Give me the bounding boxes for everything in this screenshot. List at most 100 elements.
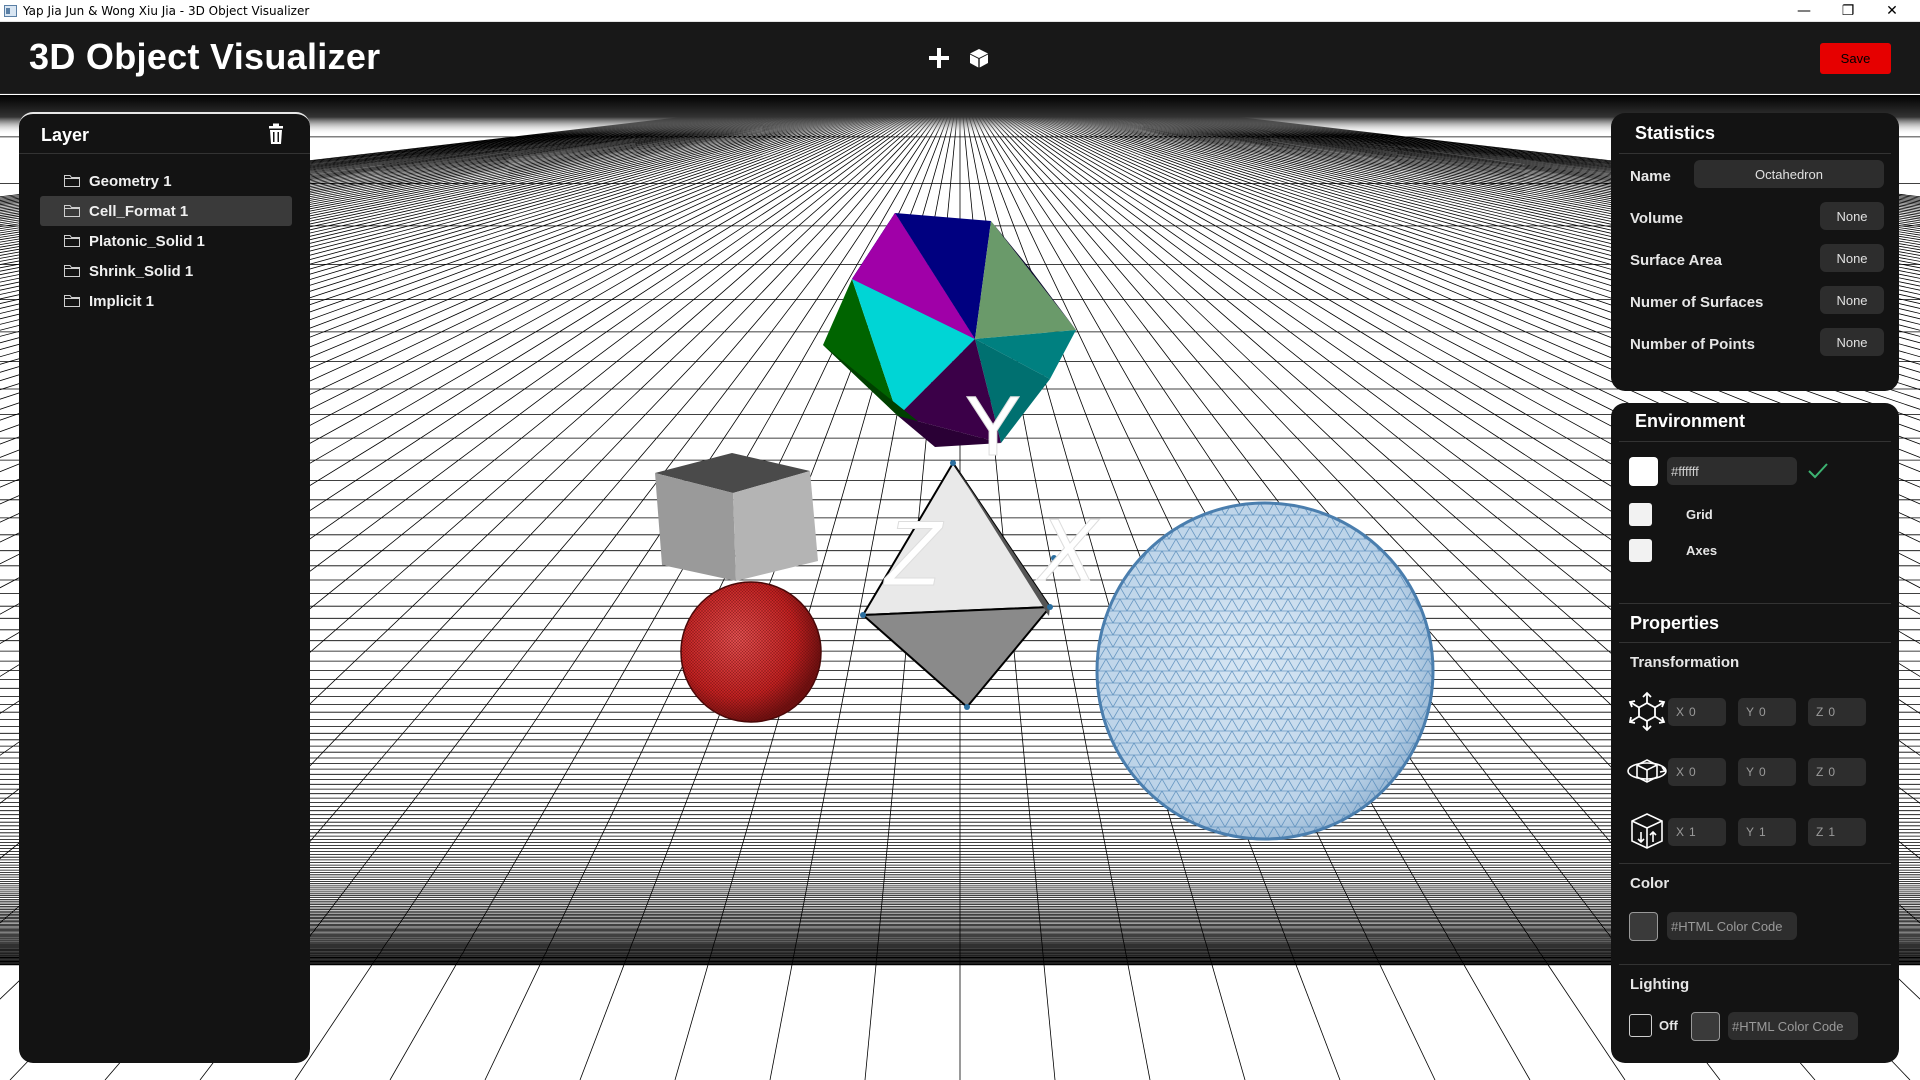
statistics-title: Statistics: [1635, 123, 1716, 143]
object-color-input[interactable]: #HTML Color Code: [1667, 912, 1797, 940]
folder-icon: [64, 235, 80, 247]
object-color-swatch[interactable]: [1629, 912, 1658, 941]
save-button[interactable]: Save: [1820, 43, 1891, 74]
axis-label-z: Z: [883, 503, 944, 605]
axis-x-label: X: [1676, 825, 1685, 839]
stat-value-points: None: [1820, 328, 1884, 356]
translate-z-input[interactable]: Z0: [1808, 698, 1866, 726]
layer-item-implicit-1[interactable]: Implicit 1: [40, 286, 292, 316]
axis-z-label: Z: [1816, 825, 1824, 839]
check-icon[interactable]: [1807, 462, 1829, 480]
axis-z-label: Z: [1816, 765, 1824, 779]
layer-item-label: Platonic_Solid 1: [89, 232, 205, 250]
stat-label-name: Name: [1630, 168, 1671, 185]
properties-title: Properties: [1630, 613, 1720, 633]
app-header: 3D Object Visualizer Save: [0, 22, 1920, 94]
layer-item-label: Geometry 1: [89, 172, 172, 190]
grid-checkbox[interactable]: [1629, 503, 1652, 526]
lighting-color-swatch[interactable]: [1691, 1012, 1720, 1041]
stat-label-points: Number of Points: [1630, 336, 1756, 353]
translate-x-input[interactable]: X0: [1668, 698, 1726, 726]
statistics-panel: Statistics Name Octahedron Volume None S…: [1611, 113, 1899, 391]
stat-label-surface-area: Surface Area: [1630, 252, 1722, 269]
layer-item-platonic-solid-1[interactable]: Platonic_Solid 1: [40, 226, 292, 256]
stat-label-volume: Volume: [1630, 210, 1684, 227]
axis-x-label: X: [1676, 705, 1685, 719]
divider: [1619, 153, 1891, 154]
scale-y-value: 1: [1759, 825, 1766, 839]
axes-checkbox[interactable]: [1629, 539, 1652, 562]
layer-list: Geometry 1 Cell_Format 1 Platonic_Solid …: [40, 166, 292, 316]
rotate-x-input[interactable]: X0: [1668, 758, 1726, 786]
lighting-label: Lighting: [1630, 976, 1690, 993]
layer-item-shrink-solid-1[interactable]: Shrink_Solid 1: [40, 256, 292, 286]
axes-label: Axes: [1686, 543, 1718, 558]
axis-label-x: X: [1036, 500, 1100, 599]
environment-properties-panel: Environment #ffffff Grid Axes Properties…: [1611, 403, 1899, 1063]
lighting-off-label: Off: [1659, 1018, 1678, 1033]
scale-y-input[interactable]: Y1: [1738, 818, 1796, 846]
minimize-button[interactable]: —: [1782, 0, 1826, 22]
cube-icon[interactable]: [965, 44, 993, 72]
wireframe-sphere[interactable]: [1095, 501, 1435, 841]
divider: [1619, 964, 1891, 965]
layer-item-cell-format-1[interactable]: Cell_Format 1: [40, 196, 292, 226]
stat-value-surfaces: None: [1820, 286, 1884, 314]
app-icon: [4, 5, 17, 17]
axis-label-y: Y: [965, 379, 1021, 473]
stat-value-volume: None: [1820, 202, 1884, 230]
scale-x-value: 1: [1689, 825, 1696, 839]
rotate-y-input[interactable]: Y0: [1738, 758, 1796, 786]
stat-value-name: Octahedron: [1694, 160, 1884, 188]
rotate-x-value: 0: [1689, 765, 1696, 779]
translate-x-value: 0: [1689, 705, 1696, 719]
folder-icon: [64, 175, 80, 187]
layer-panel-title: Layer: [41, 125, 90, 145]
background-color-input[interactable]: #ffffff: [1667, 457, 1797, 485]
gray-cube[interactable]: [655, 453, 818, 581]
folder-icon: [64, 295, 80, 307]
rotate-z-value: 0: [1828, 765, 1836, 779]
axis-y-label: Y: [1746, 825, 1755, 839]
color-label: Color: [1630, 875, 1670, 892]
scale-icon: [1631, 813, 1663, 849]
lighting-checkbox[interactable]: [1629, 1014, 1652, 1037]
rotate-y-value: 0: [1759, 765, 1766, 779]
layer-item-label: Implicit 1: [89, 292, 155, 310]
stat-value-surface-area: None: [1820, 244, 1884, 272]
axis-y-label: Y: [1746, 765, 1755, 779]
axis-x-label: X: [1676, 765, 1685, 779]
layer-panel: Layer Geometry 1 Cell_Format 1 Platonic_…: [19, 112, 310, 1063]
layer-item-geometry-1[interactable]: Geometry 1: [40, 166, 292, 196]
transformation-label: Transformation: [1630, 654, 1740, 671]
rotate-z-input[interactable]: Z0: [1808, 758, 1866, 786]
background-color-swatch[interactable]: [1629, 457, 1658, 486]
divider: [1619, 603, 1891, 604]
scale-x-input[interactable]: X1: [1668, 818, 1726, 846]
folder-icon: [64, 265, 80, 277]
translate-icon: [1628, 691, 1666, 732]
layer-item-label: Shrink_Solid 1: [89, 262, 194, 280]
divider: [1619, 863, 1891, 864]
stat-label-surfaces: Numer of Surfaces: [1630, 294, 1764, 311]
divider: [1619, 441, 1891, 442]
rotate-icon: [1627, 759, 1667, 783]
translate-y-input[interactable]: Y0: [1738, 698, 1796, 726]
window-title: Yap Jia Jun & Wong Xiu Jia - 3D Object V…: [23, 4, 310, 18]
divider: [1619, 642, 1891, 643]
scale-z-value: 1: [1828, 825, 1836, 839]
lighting-color-input[interactable]: #HTML Color Code: [1728, 1012, 1858, 1040]
plus-icon[interactable]: [925, 44, 953, 72]
app-title: 3D Object Visualizer: [29, 36, 381, 77]
red-sphere[interactable]: [680, 581, 822, 723]
trash-icon[interactable]: [266, 123, 286, 145]
folder-icon: [64, 205, 80, 217]
maximize-button[interactable]: ❐: [1826, 0, 1870, 22]
scale-z-input[interactable]: Z1: [1808, 818, 1866, 846]
environment-title: Environment: [1635, 411, 1746, 431]
axis-z-label: Z: [1816, 705, 1824, 719]
grid-label: Grid: [1686, 507, 1713, 522]
close-button[interactable]: ✕: [1870, 0, 1914, 22]
layer-panel-header: Layer: [19, 114, 310, 154]
window-titlebar: Yap Jia Jun & Wong Xiu Jia - 3D Object V…: [0, 0, 1920, 22]
